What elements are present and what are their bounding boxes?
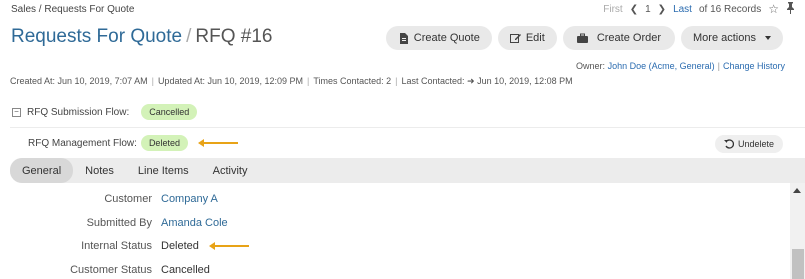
tab-bar: General Notes Line Items Activity bbox=[10, 158, 805, 183]
edit-icon bbox=[509, 33, 521, 43]
times-contacted: Times Contacted: 2 bbox=[313, 76, 392, 86]
star-icon[interactable]: ☆ bbox=[768, 2, 779, 16]
edit-button[interactable]: Edit bbox=[497, 26, 557, 50]
record-pager: First ❮ 1 ❯ Last of 16 Records ☆ bbox=[603, 1, 795, 17]
divider bbox=[10, 127, 805, 128]
first-link[interactable]: First bbox=[603, 4, 622, 15]
create-order-button[interactable]: Create Order bbox=[562, 26, 676, 50]
page-number: 1 bbox=[645, 3, 651, 15]
sign-in-icon: ➜ bbox=[467, 76, 475, 86]
last-contacted-label: Last Contacted: bbox=[401, 76, 465, 86]
field-customer: Customer Company A bbox=[0, 191, 218, 207]
submitted-by-link[interactable]: Amanda Cole bbox=[161, 217, 228, 229]
tab-notes[interactable]: Notes bbox=[73, 158, 126, 183]
owner-link[interactable]: John Doe (Acme, General) bbox=[608, 61, 715, 71]
action-bar: Create Quote Edit Create Order More acti… bbox=[385, 26, 783, 50]
edit-label: Edit bbox=[525, 32, 545, 44]
chevron-right-icon[interactable]: ❯ bbox=[658, 4, 666, 15]
owner-label: Owner: bbox=[576, 61, 606, 71]
submission-flow-label: RFQ Submission Flow: bbox=[27, 106, 130, 118]
title-separator: / bbox=[186, 26, 192, 47]
collapse-toggle[interactable]: − bbox=[12, 107, 21, 117]
scroll-up-icon[interactable] bbox=[793, 188, 801, 193]
tab-activity[interactable]: Activity bbox=[201, 158, 260, 183]
annotation-arrow-icon bbox=[208, 242, 249, 250]
scrollbar-thumb[interactable] bbox=[792, 249, 804, 279]
chevron-left-icon[interactable]: ❮ bbox=[630, 4, 638, 15]
last-link[interactable]: Last bbox=[673, 4, 692, 15]
field-submitted-by: Submitted By Amanda Cole bbox=[0, 215, 228, 231]
customer-link[interactable]: Company A bbox=[161, 193, 218, 205]
pin-icon[interactable] bbox=[786, 1, 795, 17]
field-customer-status: Customer Status Cancelled bbox=[0, 262, 210, 278]
management-flow: RFQ Management Flow: Deleted bbox=[28, 135, 238, 151]
create-order-label: Create Order bbox=[596, 32, 662, 44]
field-label: Submitted By bbox=[86, 217, 152, 229]
submission-flow: − RFQ Submission Flow: Cancelled bbox=[12, 104, 198, 120]
field-label: Customer Status bbox=[70, 264, 152, 276]
internal-status-text: Deleted bbox=[161, 240, 199, 252]
created-at: Created At: Jun 10, 2019, 7:07 AM bbox=[10, 76, 148, 86]
field-label: Internal Status bbox=[81, 240, 152, 252]
management-status-badge: Deleted bbox=[140, 135, 188, 151]
create-quote-label: Create Quote bbox=[413, 32, 480, 44]
record-title: RFQ #16 bbox=[195, 26, 273, 47]
tab-general[interactable]: General bbox=[10, 158, 74, 183]
annotation-arrow-icon bbox=[197, 139, 238, 147]
undo-icon bbox=[723, 139, 734, 149]
field-label: Customer bbox=[104, 193, 152, 205]
tab-line-items[interactable]: Line Items bbox=[126, 158, 201, 183]
management-flow-label: RFQ Management Flow: bbox=[28, 137, 137, 149]
briefcase-icon bbox=[576, 33, 588, 43]
more-actions-label: More actions bbox=[693, 32, 756, 44]
document-icon bbox=[399, 32, 408, 44]
undelete-button[interactable]: Undelete bbox=[714, 135, 783, 153]
customer-status-value: Cancelled bbox=[161, 264, 210, 276]
caret-down-icon bbox=[765, 36, 771, 40]
undelete-label: Undelete bbox=[737, 139, 774, 149]
create-quote-button[interactable]: Create Quote bbox=[385, 26, 492, 50]
internal-status-value: Deleted bbox=[161, 240, 249, 252]
more-actions-button[interactable]: More actions bbox=[681, 26, 783, 50]
change-history-link[interactable]: Change History bbox=[723, 61, 785, 71]
owner-line: Owner: John Doe (Acme, General) | Change H… bbox=[576, 61, 785, 71]
records-count: of 16 Records bbox=[698, 3, 762, 15]
last-contacted-value: Jun 10, 2019, 12:08 PM bbox=[477, 76, 573, 86]
submission-status-badge: Cancelled bbox=[141, 104, 198, 120]
updated-at: Updated At: Jun 10, 2019, 12:09 PM bbox=[157, 76, 304, 86]
record-meta: Created At: Jun 10, 2019, 7:07 AM | Update… bbox=[10, 76, 573, 86]
section-title-link[interactable]: Requests For Quote bbox=[11, 26, 182, 47]
page-title: Requests For Quote / RFQ #16 bbox=[11, 26, 272, 48]
breadcrumb[interactable]: Sales / Requests For Quote bbox=[11, 4, 134, 15]
field-internal-status: Internal Status Deleted bbox=[0, 238, 249, 254]
